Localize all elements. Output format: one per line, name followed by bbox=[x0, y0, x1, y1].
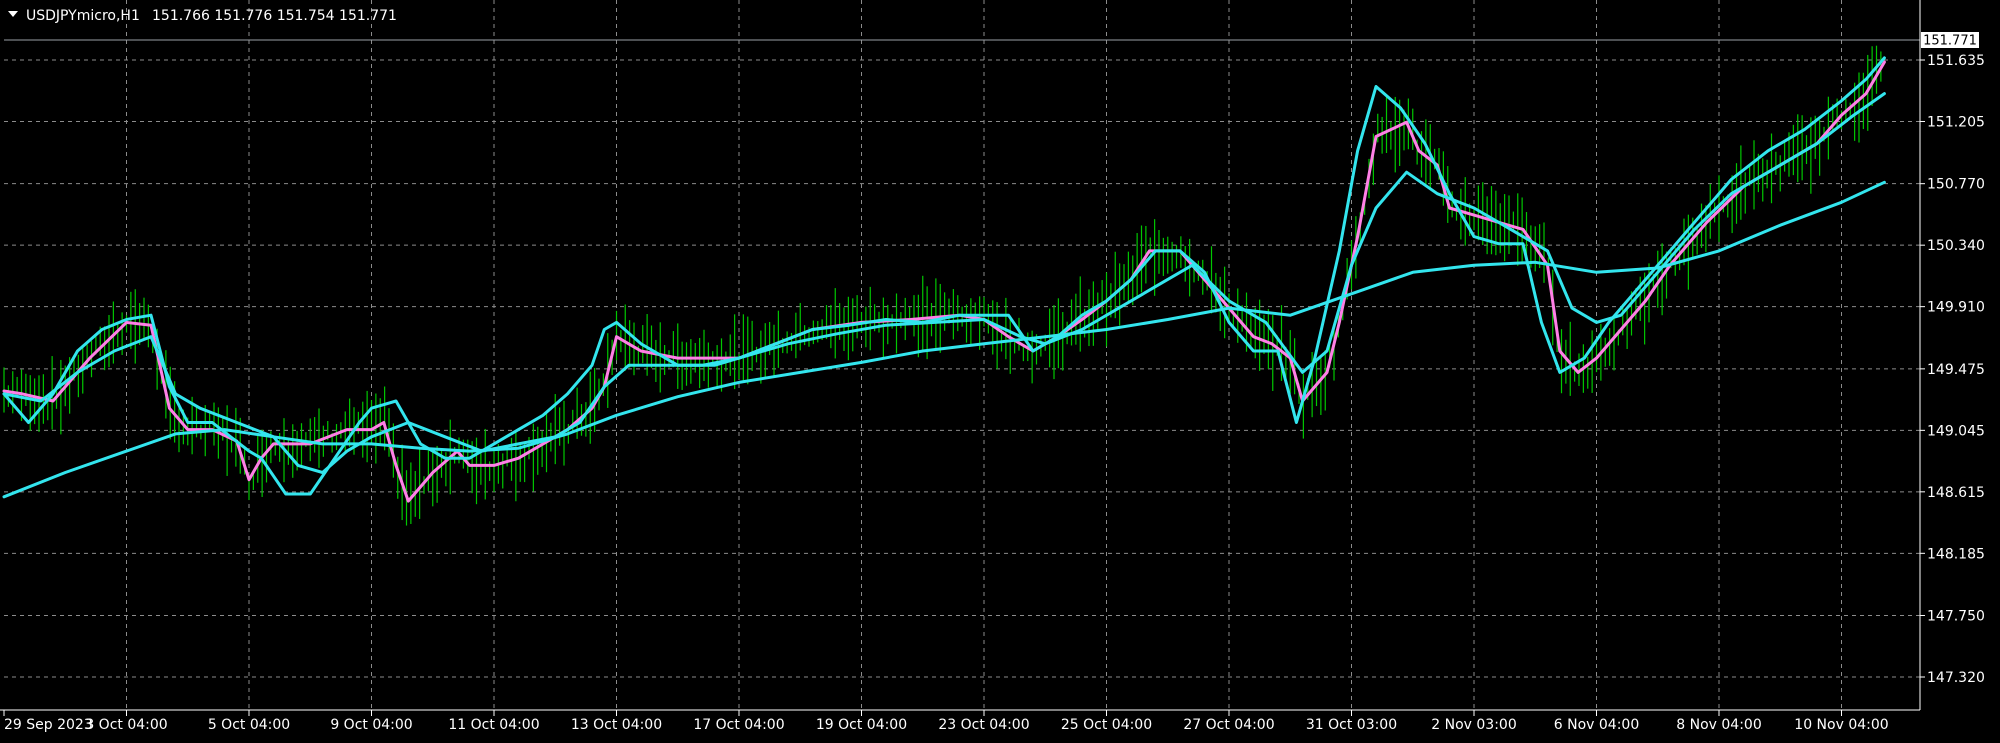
time-tick-label: 9 Oct 04:00 bbox=[330, 717, 412, 733]
time-tick-label: 3 Oct 04:00 bbox=[85, 717, 167, 733]
time-tick-label: 2 Nov 03:00 bbox=[1431, 717, 1516, 733]
time-tick-label: 31 Oct 03:00 bbox=[1306, 717, 1397, 733]
time-tick-label: 25 Oct 04:00 bbox=[1061, 717, 1152, 733]
symbol-label: USDJPYmicro,H1 bbox=[26, 8, 140, 24]
price-tick-label: 151.205 bbox=[1927, 114, 1985, 130]
price-tick-label: 147.320 bbox=[1927, 670, 1985, 686]
price-tag-label: 151.771 bbox=[1923, 34, 1977, 49]
time-tick-label: 11 Oct 04:00 bbox=[448, 717, 539, 733]
price-tick-label: 150.340 bbox=[1927, 238, 1985, 254]
price-tick-label: 151.635 bbox=[1927, 53, 1985, 69]
time-tick-label: 5 Oct 04:00 bbox=[208, 717, 290, 733]
time-tick-label: 6 Nov 04:00 bbox=[1554, 717, 1639, 733]
price-chart[interactable]: 151.635 151.205 150.770 150.340 149.910 149.4… bbox=[0, 0, 2000, 739]
price-tick-label: 149.045 bbox=[1927, 423, 1985, 439]
time-tick-label: 17 Oct 04:00 bbox=[693, 717, 784, 733]
price-tick-label: 149.910 bbox=[1927, 300, 1985, 316]
price-tick-label: 147.750 bbox=[1927, 609, 1985, 625]
ohlc-label: 151.766 151.776 151.754 151.771 bbox=[152, 8, 397, 24]
chart-header: USDJPYmicro,H1 151.766 151.776 151.754 1… bbox=[8, 8, 397, 24]
price-tick-label: 148.615 bbox=[1927, 485, 1985, 501]
chart-background bbox=[0, 0, 2000, 739]
chart-canvas[interactable]: 151.635 151.205 150.770 150.340 149.910 149.4… bbox=[0, 0, 2000, 739]
time-tick-label: 27 Oct 04:00 bbox=[1183, 717, 1274, 733]
time-tick-label: 23 Oct 04:00 bbox=[938, 717, 1029, 733]
price-tick-label: 149.475 bbox=[1927, 362, 1985, 378]
price-tick-label: 148.185 bbox=[1927, 546, 1985, 562]
time-tick-label: 19 Oct 04:00 bbox=[816, 717, 907, 733]
time-tick-label: 29 Sep 2023 bbox=[4, 717, 93, 733]
time-tick-label: 8 Nov 04:00 bbox=[1676, 717, 1761, 733]
current-price-tag: 151.771 bbox=[1921, 32, 1979, 49]
time-tick-label: 13 Oct 04:00 bbox=[571, 717, 662, 733]
price-tick-label: 150.770 bbox=[1927, 177, 1985, 193]
time-tick-label: 10 Nov 04:00 bbox=[1794, 717, 1888, 733]
